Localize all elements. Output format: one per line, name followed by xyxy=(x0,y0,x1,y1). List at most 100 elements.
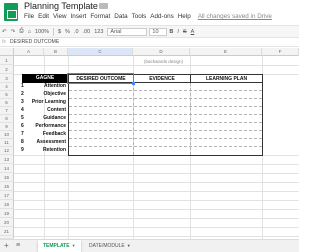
table-divider xyxy=(69,114,262,115)
row-header[interactable]: 17 xyxy=(0,191,14,200)
select-all-corner[interactable] xyxy=(0,48,14,56)
menu-view[interactable]: View xyxy=(53,13,67,23)
row-header[interactable]: 3 xyxy=(0,74,14,83)
column-header-d[interactable]: D xyxy=(133,48,190,56)
star-icon[interactable]: ☆ xyxy=(88,1,95,10)
undo-icon[interactable]: ↶ xyxy=(0,29,9,35)
strikethrough-button[interactable]: S xyxy=(181,29,189,35)
menu-insert[interactable]: Insert xyxy=(71,13,87,23)
tab-label: TEMPLATE xyxy=(43,243,70,249)
row-header[interactable]: 13 xyxy=(0,155,14,164)
menu-help[interactable]: Help xyxy=(178,13,191,23)
fx-icon: fx xyxy=(2,39,6,45)
table-divider xyxy=(69,90,262,91)
redo-icon[interactable]: ↷ xyxy=(9,29,18,35)
font-size-select[interactable]: 10 xyxy=(149,27,168,36)
row-header[interactable]: 2 xyxy=(0,65,14,74)
menu-tools[interactable]: Tools xyxy=(132,13,147,23)
row-header[interactable]: 19 xyxy=(0,209,14,218)
add-sheet-button[interactable]: + xyxy=(4,241,9,250)
gridline xyxy=(14,236,299,237)
document-title[interactable]: Planning Template xyxy=(24,1,98,11)
table-divider xyxy=(133,83,134,155)
gridline xyxy=(14,200,299,201)
column-header-c[interactable]: C xyxy=(68,48,133,56)
row-header[interactable]: 1 xyxy=(0,56,14,65)
table-divider xyxy=(69,106,262,107)
fill-handle[interactable] xyxy=(132,82,135,85)
increase-decimals-button[interactable]: .00 xyxy=(81,29,93,35)
active-cell[interactable] xyxy=(67,73,134,84)
table-divider xyxy=(190,83,191,155)
tab-template[interactable]: TEMPLATE ▼ xyxy=(38,240,81,252)
row-header[interactable]: 9 xyxy=(0,123,14,131)
row-header[interactable]: 11 xyxy=(0,139,14,147)
table-divider xyxy=(69,138,262,139)
all-sheets-button[interactable]: ≡ xyxy=(16,242,20,249)
row-header[interactable]: 14 xyxy=(0,164,14,173)
saved-status[interactable]: All changes saved in Drive xyxy=(198,13,272,23)
step-label: Assessment xyxy=(36,139,66,145)
number-format-select[interactable]: 123 xyxy=(92,29,105,35)
menu-format[interactable]: Format xyxy=(90,13,110,23)
step-number: 7 xyxy=(21,131,24,137)
percent-format-button[interactable]: % xyxy=(63,29,72,35)
gridline xyxy=(14,218,299,219)
chevron-down-icon[interactable]: ▼ xyxy=(127,243,131,248)
row-header[interactable]: 7 xyxy=(0,107,14,115)
menu-bar: File Edit View Insert Format Data Tools … xyxy=(24,13,272,23)
column-header-e[interactable]: E xyxy=(190,48,262,56)
print-icon[interactable]: ⎙ xyxy=(17,28,25,35)
gridline xyxy=(14,191,299,192)
step-label: Feedback xyxy=(42,131,66,137)
column-header-b[interactable]: B xyxy=(44,48,68,56)
spreadsheet-grid[interactable]: A B C D E F 1 2 3 4 5 6 7 8 9 10 11 12 1… xyxy=(0,48,299,239)
row-header[interactable]: 8 xyxy=(0,115,14,123)
row-header[interactable]: 16 xyxy=(0,182,14,191)
title-bar: Planning Template ☆ File Edit View Inser… xyxy=(0,0,299,24)
step-number: 5 xyxy=(21,115,24,121)
table-divider xyxy=(69,130,262,131)
paint-format-icon[interactable]: ⌂ xyxy=(26,29,33,35)
font-select[interactable]: Arial xyxy=(107,27,148,36)
row-header[interactable]: 20 xyxy=(0,218,14,227)
row-header[interactable]: 6 xyxy=(0,99,14,107)
menu-add-ons[interactable]: Add-ons xyxy=(150,13,173,23)
column-header-f[interactable]: F xyxy=(262,48,299,56)
bold-button[interactable]: B xyxy=(167,29,175,35)
folder-icon[interactable] xyxy=(99,3,108,9)
tab-label: DATE/MODULE xyxy=(89,243,125,249)
text-color-button[interactable]: A xyxy=(189,29,197,35)
chevron-down-icon[interactable]: ▼ xyxy=(72,243,76,248)
row-header[interactable]: 15 xyxy=(0,173,14,182)
menu-file[interactable]: File xyxy=(24,13,34,23)
row-header[interactable]: 4 xyxy=(0,83,14,91)
sheets-logo-icon[interactable] xyxy=(4,3,18,21)
row-header[interactable]: 10 xyxy=(0,131,14,139)
sheet-tabs-bar: + ≡ TEMPLATE ▼ DATE/MODULE ▼ xyxy=(0,239,299,252)
step-number: 6 xyxy=(21,123,24,129)
gridline xyxy=(14,227,299,228)
formula-input[interactable]: DESIRED OUTCOME xyxy=(10,39,59,45)
tab-date-module[interactable]: DATE/MODULE ▼ xyxy=(84,240,136,252)
step-label: Guidance xyxy=(43,115,66,121)
menu-edit[interactable]: Edit xyxy=(38,13,49,23)
step-number: 3 xyxy=(21,99,24,105)
toolbar-divider xyxy=(53,27,55,36)
step-number: 1 xyxy=(21,83,24,89)
step-label: Prior Learning xyxy=(31,99,66,105)
row-header[interactable]: 21 xyxy=(0,227,14,236)
row-header[interactable]: 18 xyxy=(0,200,14,209)
table-divider xyxy=(69,146,262,147)
step-label: Content xyxy=(47,107,66,113)
step-label: Retention xyxy=(42,147,66,153)
menu-data[interactable]: Data xyxy=(114,13,127,23)
formula-bar: fx DESIRED OUTCOME xyxy=(0,38,299,47)
zoom-select[interactable]: 100% xyxy=(33,29,51,35)
currency-format-button[interactable]: $ xyxy=(56,29,63,35)
column-header-a[interactable]: A xyxy=(14,48,44,56)
decrease-decimals-button[interactable]: .0 xyxy=(72,29,81,35)
row-header[interactable]: 12 xyxy=(0,147,14,155)
row-header[interactable]: 5 xyxy=(0,91,14,99)
table-divider xyxy=(69,122,262,123)
